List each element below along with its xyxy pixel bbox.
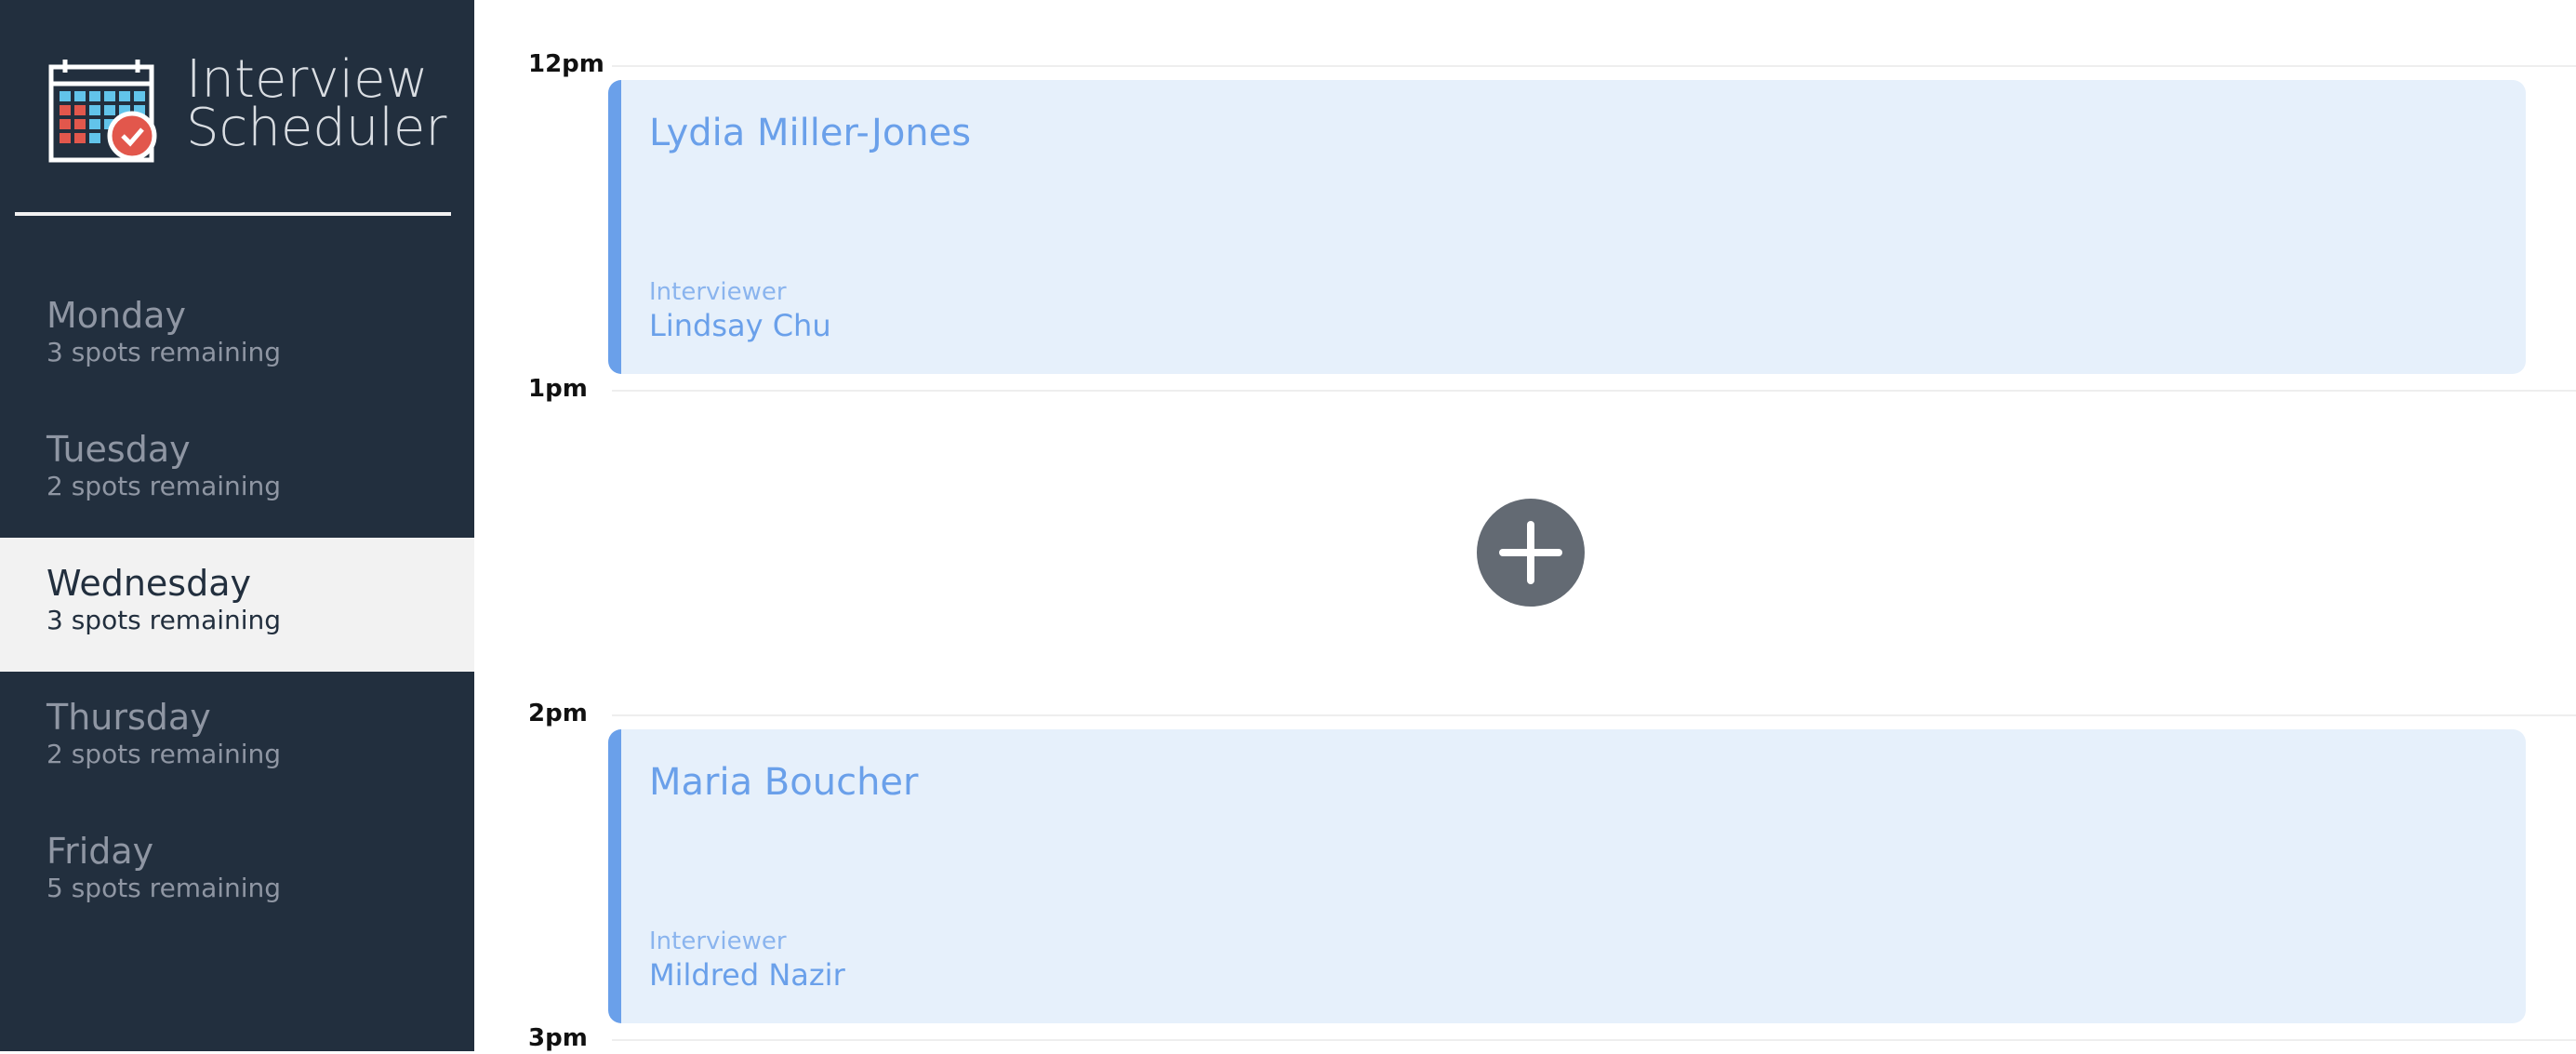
- slot-divider: [612, 390, 2576, 392]
- day-spots: 3 spots remaining: [46, 605, 282, 635]
- app-title-line2: Scheduler: [186, 98, 447, 158]
- app-title: Interview Scheduler: [186, 54, 447, 158]
- day-name: Tuesday: [46, 429, 191, 470]
- appointment-card[interactable]: Maria Boucher Interviewer Mildred Nazir: [608, 729, 2526, 1023]
- day-item-friday[interactable]: Friday 5 spots remaining: [0, 806, 474, 940]
- day-item-thursday[interactable]: Thursday 2 spots remaining: [0, 672, 474, 806]
- day-name: Monday: [46, 295, 187, 336]
- sidebar: Interview Scheduler Monday 3 spots remai…: [0, 0, 474, 1051]
- appointment-card[interactable]: Lydia Miller-Jones Interviewer Lindsay C…: [608, 80, 2526, 374]
- interviewer-label: Interviewer: [649, 927, 787, 955]
- day-spots: 3 spots remaining: [46, 337, 282, 367]
- interviewer-label: Interviewer: [649, 278, 787, 306]
- slot-divider: [612, 65, 2576, 67]
- day-spots: 2 spots remaining: [46, 471, 282, 501]
- interviewer-name: Mildred Nazir: [649, 957, 845, 993]
- schedule: 12pm 1pm 2pm 3pm Lydia Miller-Jones Inte…: [474, 0, 2576, 1052]
- slot-time: 3pm: [528, 1024, 588, 1052]
- slot-time: 12pm: [528, 50, 604, 78]
- plus-icon: [1499, 521, 1562, 584]
- slot-time: 2pm: [528, 700, 588, 727]
- slot-time: 1pm: [528, 375, 588, 403]
- interviewer-name: Lindsay Chu: [649, 308, 831, 343]
- day-name: Wednesday: [46, 563, 252, 604]
- brand: Interview Scheduler: [48, 54, 446, 166]
- day-name: Friday: [46, 831, 154, 872]
- add-appointment-button[interactable]: [1477, 499, 1585, 607]
- calendar-check-icon: [48, 60, 157, 163]
- student-name: Lydia Miller-Jones: [649, 112, 972, 154]
- day-name: Thursday: [46, 697, 211, 738]
- slot-divider: [612, 714, 2576, 716]
- day-spots: 2 spots remaining: [46, 739, 282, 769]
- day-item-tuesday[interactable]: Tuesday 2 spots remaining: [0, 404, 474, 538]
- day-item-wednesday[interactable]: Wednesday 3 spots remaining: [0, 538, 474, 672]
- day-spots: 5 spots remaining: [46, 873, 282, 903]
- sidebar-divider: [15, 212, 451, 216]
- day-item-monday[interactable]: Monday 3 spots remaining: [0, 270, 474, 404]
- slot-divider: [612, 1039, 2576, 1041]
- day-list: Monday 3 spots remaining Tuesday 2 spots…: [0, 270, 474, 940]
- student-name: Maria Boucher: [649, 761, 919, 804]
